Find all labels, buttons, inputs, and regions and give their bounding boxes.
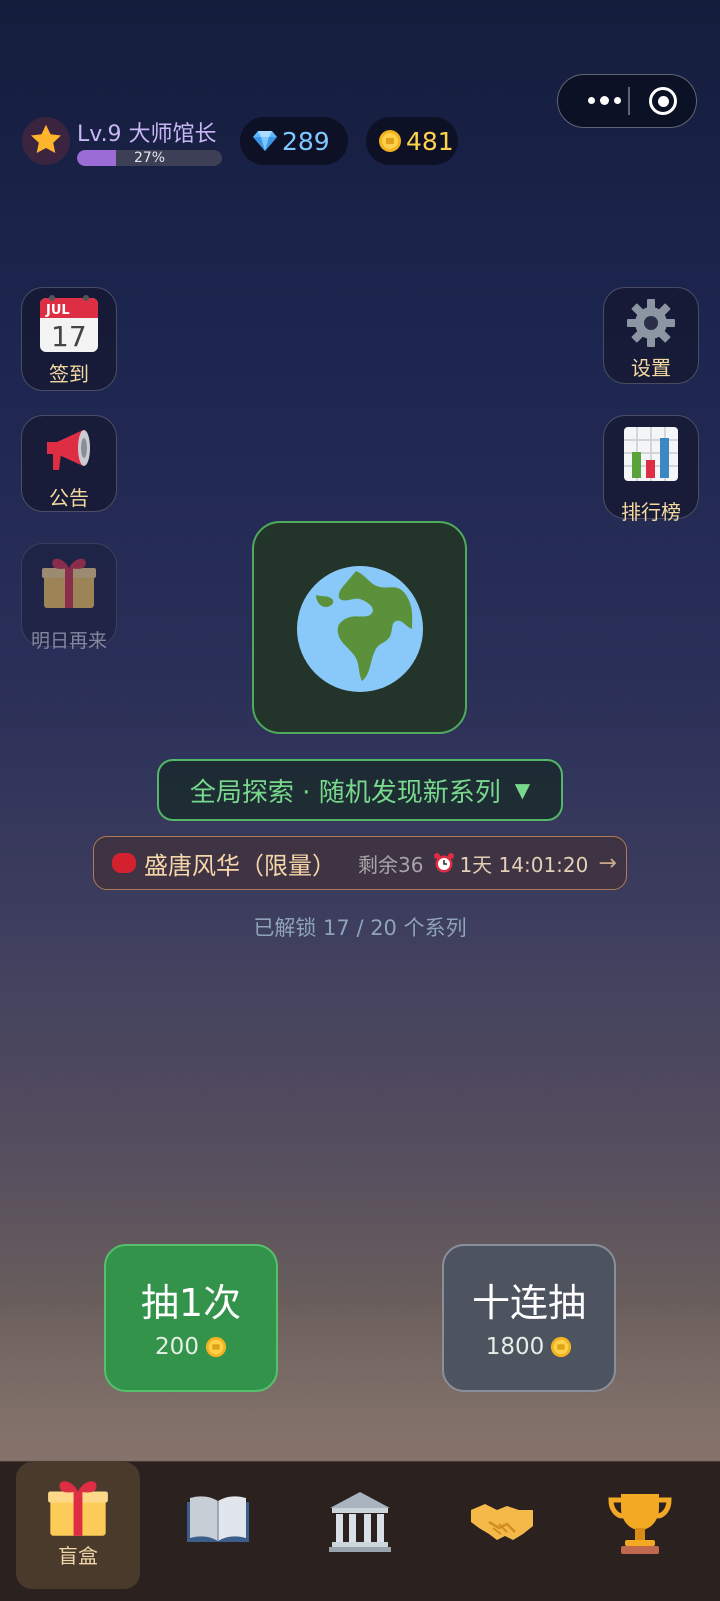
coin-count: 481	[406, 126, 454, 156]
coin-icon	[378, 129, 402, 153]
diamond-icon	[252, 130, 278, 152]
notice-button[interactable]: 公告	[21, 415, 117, 512]
notice-label: 公告	[49, 486, 89, 510]
gift-icon	[22, 554, 116, 610]
checkin-label: 签到	[49, 362, 89, 386]
limited-series-name: 盛唐风华（限量）	[144, 851, 336, 880]
settings-button[interactable]: 设置	[603, 287, 699, 384]
xp-progress-bar: 27%	[77, 150, 222, 166]
leaderboard-button[interactable]: 排行榜	[603, 415, 699, 524]
explore-mode-label: 全局探索 · 随机发现新系列	[189, 777, 501, 808]
bar-chart-icon	[604, 426, 698, 482]
draw-ten-price: 1800	[444, 1334, 614, 1360]
coin-balance[interactable]: 481	[366, 117, 458, 165]
explore-mode-dropdown[interactable]: 全局探索 · 随机发现新系列 ▼	[157, 759, 563, 821]
gift-box-icon	[48, 1481, 108, 1536]
tab-museum[interactable]	[326, 1462, 394, 1589]
limited-countdown: 1天 14:01:20	[459, 852, 589, 877]
draw-ten-price-value: 1800	[485, 1334, 545, 1360]
alarm-clock-icon	[433, 852, 455, 874]
draw-once-label: 抽1次	[140, 1281, 242, 1325]
gem-balance[interactable]: 289	[240, 117, 348, 165]
gem-count: 289	[282, 126, 330, 156]
tab-trade[interactable]	[468, 1462, 536, 1589]
draw-once-price: 200	[106, 1334, 276, 1360]
settings-label: 设置	[631, 356, 671, 380]
draw-ten-button[interactable]: 十连抽 1800	[442, 1244, 616, 1392]
xp-percent: 27%	[133, 150, 166, 166]
coin-icon	[551, 1336, 572, 1358]
miniprogram-capsule	[557, 74, 697, 128]
tab-achievements[interactable]	[606, 1462, 674, 1589]
arrow-right-icon: →	[598, 850, 617, 876]
calendar-day: 17	[51, 320, 87, 353]
draw-once-button[interactable]: 抽1次 200	[104, 1244, 278, 1392]
leaderboard-label: 排行榜	[621, 500, 681, 524]
capsule-divider	[628, 87, 630, 115]
tab-blind-box[interactable]: 盲盒	[16, 1462, 140, 1589]
more-menu-icon[interactable]	[576, 75, 632, 126]
dropdown-triangle-icon: ▼	[514, 778, 531, 802]
come-back-tomorrow-label: 明日再来	[30, 630, 107, 652]
bottom-tab-bar: 盲盒	[0, 1461, 720, 1601]
star-icon	[31, 124, 61, 154]
draw-ten-label: 十连抽	[471, 1281, 586, 1325]
calendar-icon: JUL 17	[22, 294, 116, 354]
unlocked-series-count: 已解锁 17 / 20 个系列	[253, 916, 467, 940]
museum-icon	[329, 1492, 391, 1552]
checkin-button[interactable]: JUL 17 签到	[21, 287, 117, 391]
handshake-icon	[471, 1504, 533, 1540]
series-cover[interactable]	[252, 521, 467, 734]
trophy-icon	[608, 1494, 672, 1554]
megaphone-icon	[22, 426, 116, 472]
tab-collection[interactable]	[184, 1462, 252, 1589]
calendar-month: JUL	[45, 303, 70, 318]
coin-icon	[205, 1336, 227, 1358]
red-lantern-icon	[112, 853, 136, 873]
level-title: Lv.9 大师馆长	[77, 122, 217, 147]
limited-series-banner[interactable]: 盛唐风华（限量） 剩余36 1天 14:01:20 →	[93, 836, 627, 890]
avatar[interactable]	[22, 117, 70, 165]
limited-remaining: 剩余36	[358, 852, 424, 877]
come-back-tomorrow-button[interactable]: 明日再来	[21, 543, 117, 652]
book-icon	[187, 1496, 249, 1542]
close-target-icon[interactable]	[649, 87, 677, 115]
draw-once-price-value: 200	[155, 1334, 199, 1360]
tab-blind-box-label: 盲盒	[58, 1544, 98, 1568]
gear-icon	[604, 296, 698, 350]
globe-icon	[297, 566, 423, 692]
